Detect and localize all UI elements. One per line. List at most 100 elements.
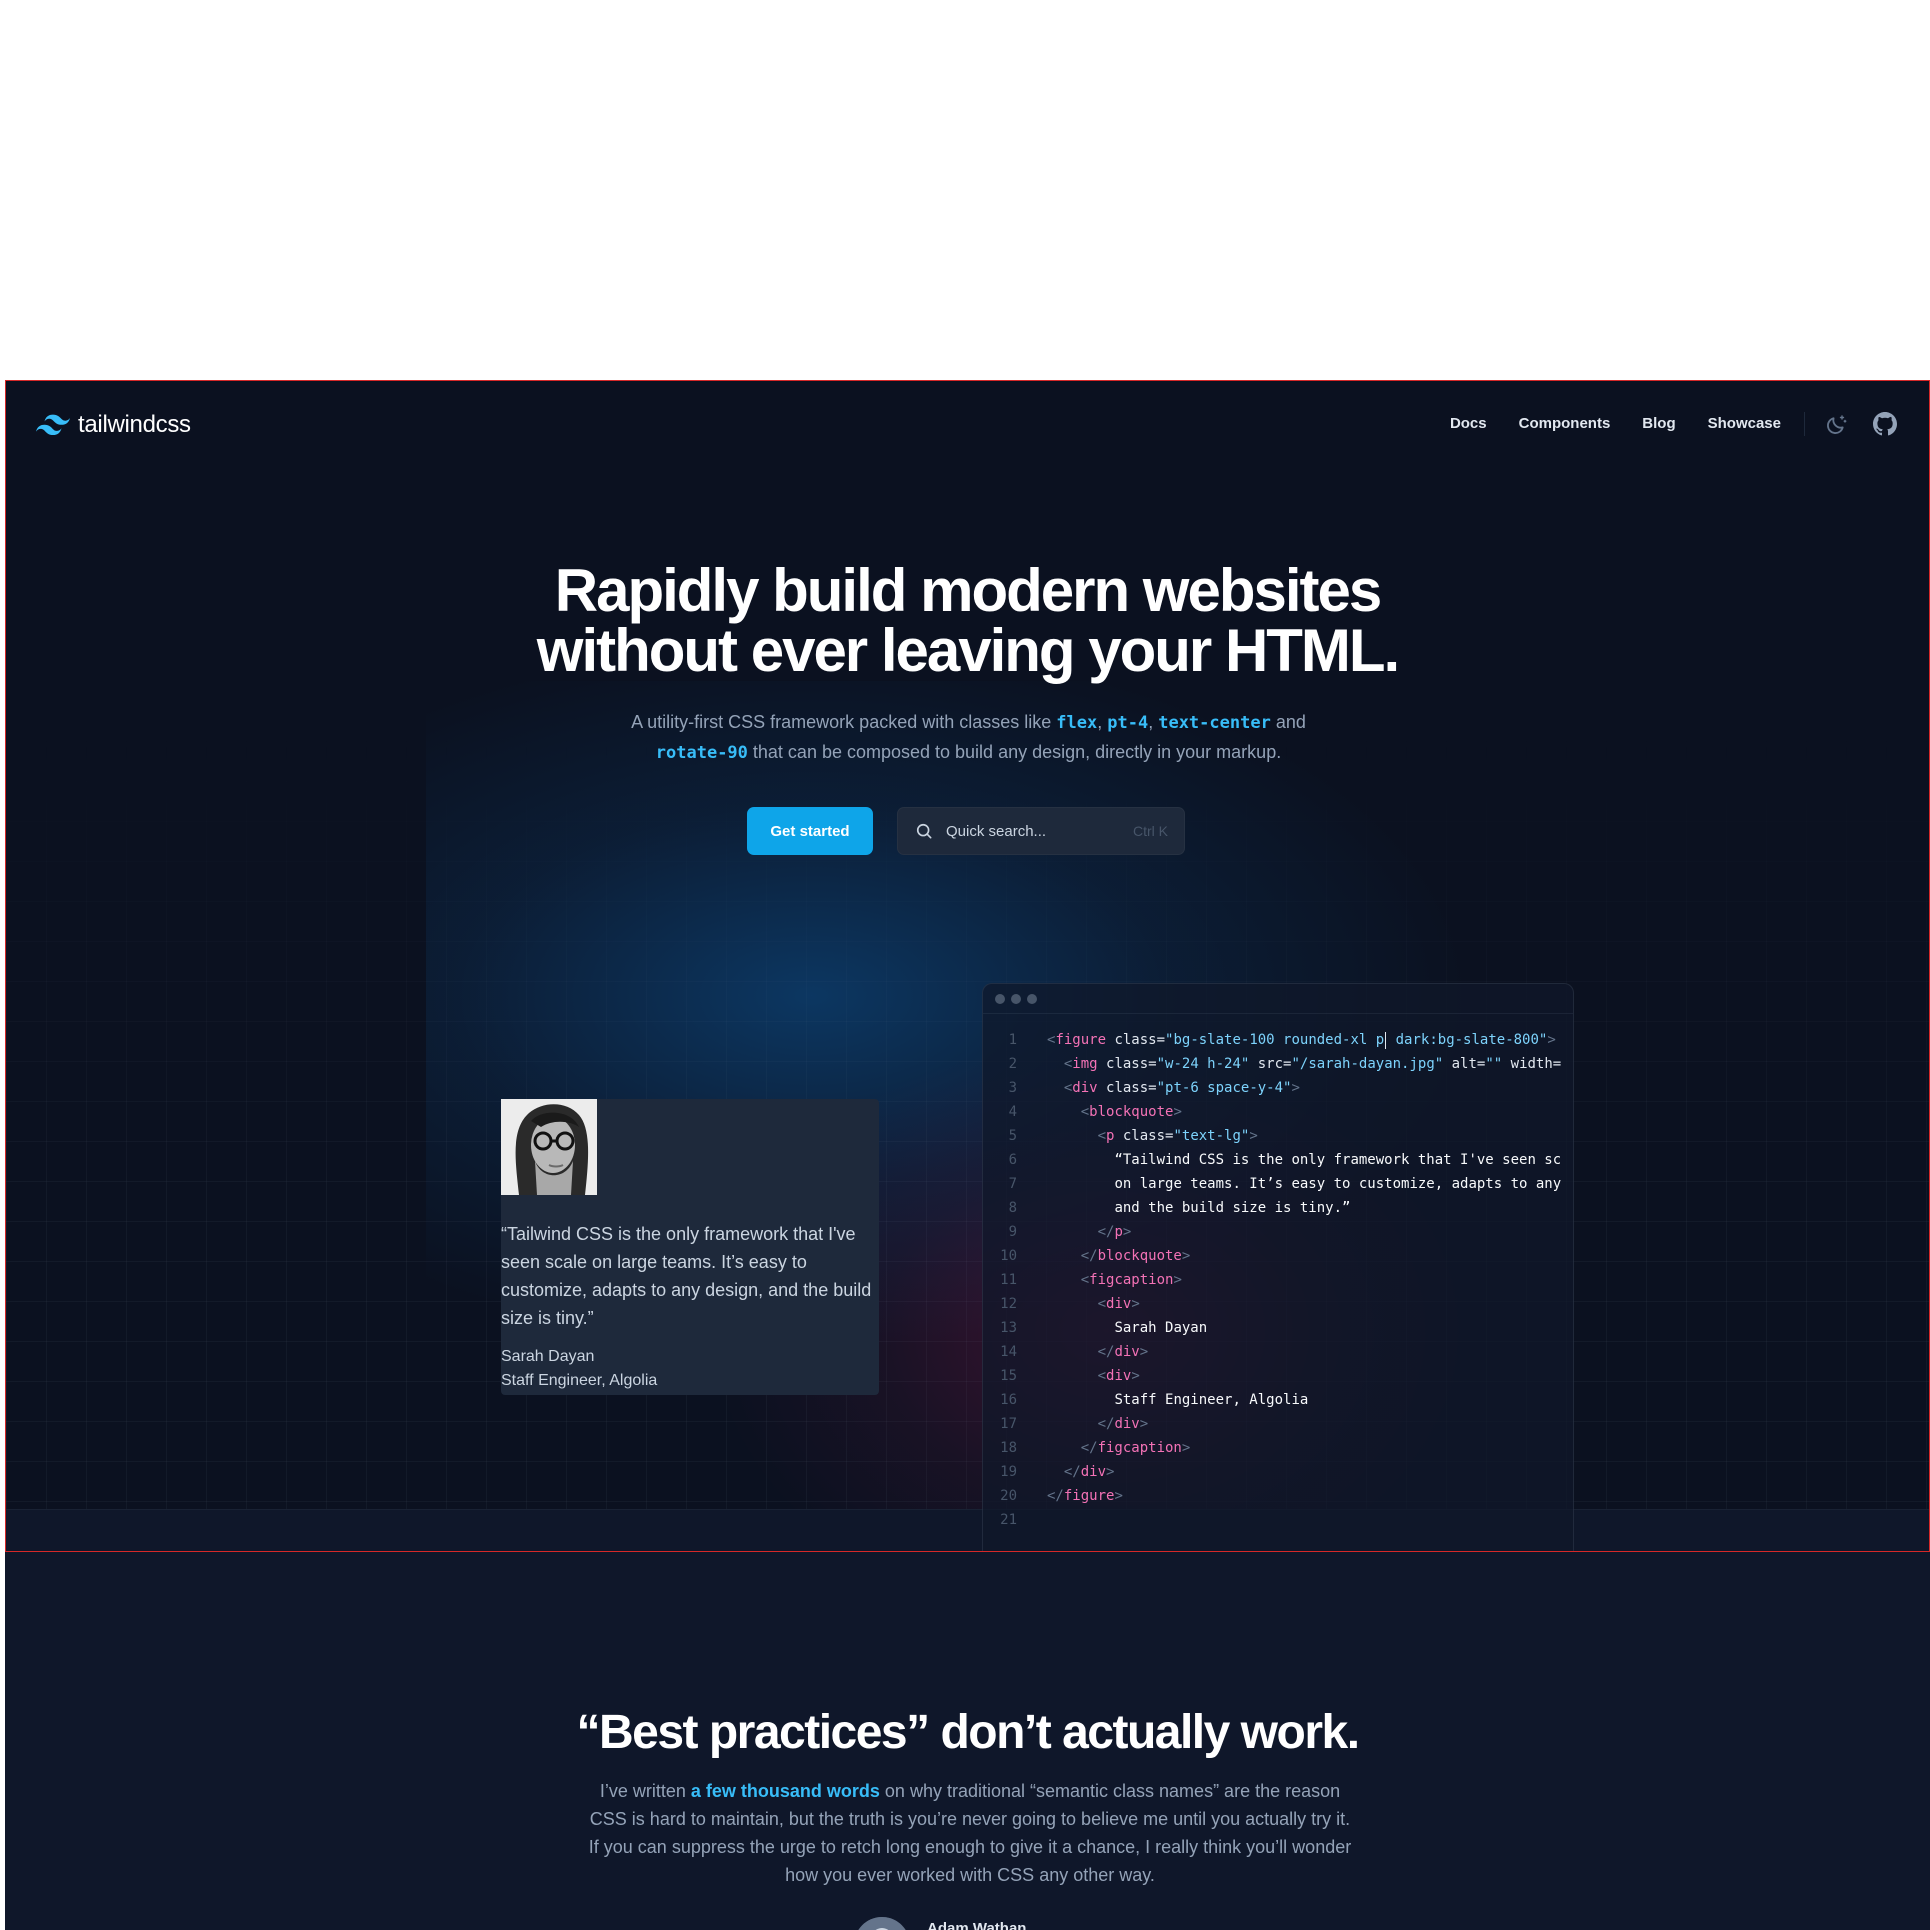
code-text: “Tailwind CSS is the only framework that…: [1114, 1152, 1562, 1168]
portrait-image: [501, 1099, 597, 1195]
code-line: 13 Sarah Dayan: [983, 1316, 1573, 1340]
search-icon: [916, 823, 932, 839]
code-line: 2 <img class="w-24 h-24" src="/sarah-day…: [983, 1052, 1573, 1076]
line-number: 4: [1008, 1104, 1017, 1120]
code-line: 19 </div>: [983, 1460, 1573, 1484]
few-thousand-words-link[interactable]: a few thousand words: [691, 1781, 880, 1801]
window-dot-icon: [1011, 993, 1021, 1004]
code-tag: blockquote: [1097, 1248, 1182, 1264]
section-body-text: I’ve written: [599, 1781, 691, 1801]
line-number: 5: [1008, 1128, 1017, 1144]
line-number: 2: [1008, 1056, 1017, 1072]
nav-link-components[interactable]: Components: [1519, 415, 1611, 432]
get-started-button[interactable]: Get started: [747, 807, 873, 855]
code-tag: div: [1114, 1416, 1140, 1432]
code-keyword: rotate-90: [655, 743, 748, 763]
nav-link-docs[interactable]: Docs: [1450, 415, 1487, 432]
code-attr: class=: [1106, 1032, 1166, 1048]
code-tag: figcaption: [1089, 1272, 1174, 1288]
line-number: 10: [1000, 1248, 1017, 1264]
line-number: 21: [1000, 1512, 1017, 1528]
code-attr: width=: [1502, 1056, 1562, 1072]
page-frame: tailwindcss Docs Components Blog Showcas…: [5, 380, 1930, 1930]
line-number: 14: [1000, 1344, 1017, 1360]
top-nav: tailwindcss Docs Components Blog Showcas…: [6, 381, 1929, 466]
code-line: 15 <div>: [983, 1364, 1573, 1388]
nav-links: Docs Components Blog Showcase: [1450, 415, 1781, 432]
code-line: 4 <blockquote>: [983, 1100, 1573, 1124]
hero-section: tailwindcss Docs Components Blog Showcas…: [5, 380, 1930, 1552]
line-number: 12: [1000, 1296, 1017, 1312]
code-tag: figure: [1055, 1032, 1107, 1048]
logo-text: tailwindcss: [78, 411, 191, 438]
code-string: "text-lg": [1173, 1128, 1250, 1144]
code-line: 20 </figure>: [983, 1484, 1573, 1508]
code-keyword: pt-4: [1107, 713, 1149, 733]
hero-headline: Rapidly build modern websites without ev…: [6, 561, 1929, 681]
code-line: 21: [983, 1508, 1573, 1532]
line-number: 15: [1000, 1368, 1017, 1384]
search-placeholder: Quick search...: [946, 822, 1047, 840]
hero-headline-line1: Rapidly build modern websites: [554, 557, 1382, 624]
line-number: 1: [1008, 1032, 1017, 1048]
code-string: "": [1485, 1056, 1503, 1072]
tailwind-logo-icon: [36, 414, 70, 436]
hero-bottom-band: [6, 1509, 1929, 1551]
nav-link-blog[interactable]: Blog: [1642, 415, 1675, 432]
line-number: 8: [1008, 1200, 1017, 1216]
code-tag: p: [1114, 1224, 1123, 1240]
code-string: dark:bg-slate-800": [1387, 1032, 1548, 1048]
hero-sub-text: and: [1270, 712, 1306, 732]
nav-link-showcase[interactable]: Showcase: [1708, 415, 1781, 432]
testimonial-card: “Tailwind CSS is the only framework that…: [501, 1099, 879, 1395]
code-string: "bg-slate-100 rounded-xl p: [1165, 1032, 1385, 1048]
section-body: I’ve written a few thousand words on why…: [585, 1777, 1355, 1889]
quick-search-button[interactable]: Quick search... Ctrl K: [897, 807, 1185, 855]
code-line: 6 “Tailwind CSS is the only framework th…: [983, 1148, 1573, 1172]
code-tag: div: [1072, 1080, 1098, 1096]
hero-sub-text: A utility-first CSS framework packed wit…: [631, 712, 1057, 732]
logo[interactable]: tailwindcss: [36, 411, 191, 439]
code-line: 10 </blockquote>: [983, 1244, 1573, 1268]
line-number: 6: [1008, 1152, 1017, 1168]
code-line: 8 and the build size is tiny.”: [983, 1196, 1573, 1220]
line-number: 11: [1000, 1272, 1017, 1288]
line-number: 20: [1000, 1488, 1017, 1504]
code-body: 1 <figure class="bg-slate-100 rounded-xl…: [983, 1028, 1573, 1532]
hero-sub-separator: ,: [1148, 712, 1159, 732]
code-text: on large teams. It’s easy to customize, …: [1114, 1176, 1562, 1192]
code-tag: figcaption: [1097, 1440, 1182, 1456]
line-number: 9: [1008, 1224, 1017, 1240]
line-number: 16: [1000, 1392, 1017, 1408]
code-text: Staff Engineer, Algolia: [1114, 1392, 1309, 1408]
code-tag: blockquote: [1089, 1104, 1174, 1120]
code-tag: div: [1106, 1296, 1132, 1312]
github-icon[interactable]: [1873, 412, 1897, 436]
code-text: and the build size is tiny.”: [1114, 1200, 1351, 1216]
nav-divider: [1804, 412, 1805, 436]
search-shortcut: Ctrl K: [1133, 823, 1168, 839]
moon-sparkle-icon[interactable]: [1825, 412, 1849, 436]
hero-sub-separator: ,: [1097, 712, 1108, 732]
code-line: 1 <figure class="bg-slate-100 rounded-xl…: [983, 1028, 1573, 1052]
code-keyword: text-center: [1158, 713, 1271, 733]
code-tag: div: [1106, 1368, 1132, 1384]
code-string: "pt-6 space-y-4": [1156, 1080, 1292, 1096]
testimonial-author-role: Staff Engineer, Algolia: [501, 1372, 658, 1389]
line-number: 3: [1008, 1080, 1017, 1096]
code-tag: figure: [1063, 1488, 1115, 1504]
code-line: 16 Staff Engineer, Algolia: [983, 1388, 1573, 1412]
code-string: "w-24 h-24": [1156, 1056, 1250, 1072]
code-line: 3 <div class="pt-6 space-y-4">: [983, 1076, 1573, 1100]
hero-subheading: A utility-first CSS framework packed wit…: [566, 708, 1371, 768]
avatar: [501, 1099, 597, 1195]
code-string: "/sarah-dayan.jpg": [1291, 1056, 1444, 1072]
testimonial-quote: “Tailwind CSS is the only framework that…: [501, 1224, 872, 1328]
window-titlebar: [983, 984, 1573, 1014]
code-keyword: flex: [1056, 713, 1098, 733]
line-number: 18: [1000, 1440, 1017, 1456]
author-photo: [854, 1917, 910, 1930]
author-name: Adam Wathan: [927, 1920, 1027, 1930]
code-attr: class=: [1114, 1128, 1174, 1144]
code-line: 7 on large teams. It’s easy to customize…: [983, 1172, 1573, 1196]
